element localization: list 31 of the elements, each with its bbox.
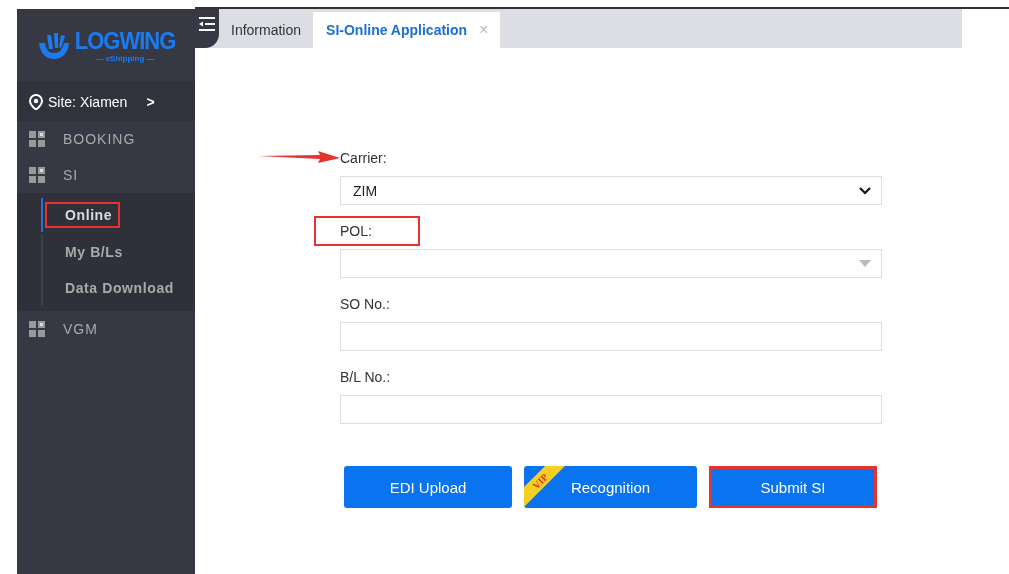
field-label: Carrier: <box>340 149 387 168</box>
nav-item[interactable]: BOOKING <box>17 121 195 157</box>
field-label: B/L No.: <box>340 368 391 387</box>
tab[interactable]: Information <box>227 12 314 48</box>
action-button[interactable]: EDI Upload <box>344 466 512 508</box>
collapse-menu-button[interactable] <box>195 9 219 48</box>
field-label: SO No.: <box>340 295 390 314</box>
chevron-down-icon <box>859 186 871 195</box>
input-field[interactable] <box>340 395 882 424</box>
carrier-select[interactable]: ZIM <box>340 176 882 205</box>
caret-down-icon <box>859 260 871 267</box>
location-pin-icon <box>29 94 43 110</box>
pol-select[interactable] <box>340 249 882 278</box>
nav-item[interactable]: SI <box>17 157 195 193</box>
menu-collapse-icon <box>199 17 215 31</box>
action-button[interactable]: Submit SI <box>709 466 877 508</box>
logo-tagline: — eShipping — <box>95 54 155 63</box>
action-button[interactable]: VIP Recognition <box>524 466 697 508</box>
input-field[interactable] <box>340 322 882 351</box>
grid-icon <box>29 321 45 337</box>
grid-icon <box>29 167 45 183</box>
field-label: POL: <box>316 218 418 244</box>
tab[interactable]: SI-Online Application × <box>313 12 501 48</box>
grid-icon <box>29 131 45 147</box>
logo-wordmark: LOGWING <box>74 26 176 56</box>
nav-subitem[interactable]: My B/Ls <box>41 234 135 270</box>
hand-logo-icon <box>36 30 71 61</box>
nav-subitem[interactable]: Online <box>41 198 125 232</box>
nav-subitem[interactable]: Data Download <box>41 270 186 306</box>
site-selector[interactable]: Site: Xiamen > <box>17 83 195 121</box>
nav-item[interactable]: VGM <box>17 311 195 347</box>
